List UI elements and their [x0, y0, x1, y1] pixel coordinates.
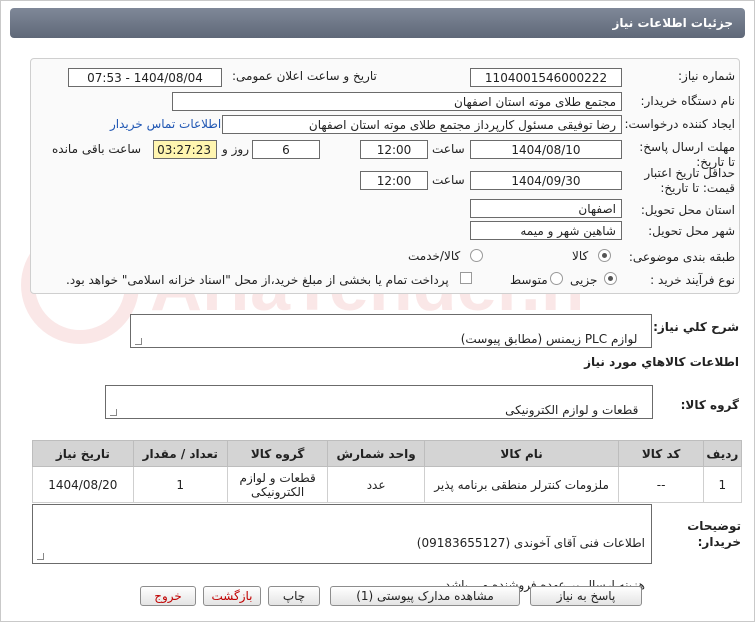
buyer-notes-line-1: اطلاعات فنی آقای آخوندی (09183655127): [416, 536, 645, 550]
cell-item-code: --: [618, 466, 704, 503]
goods-group-field: قطعات و لوازم الکترونیکی: [105, 385, 653, 419]
process-medium-label: متوسط: [510, 273, 548, 287]
days-label: روز و: [222, 142, 249, 156]
process-medium-radio[interactable]: [550, 272, 563, 285]
col-item-code: کد کالا: [618, 440, 704, 467]
need-number-label: شماره نیاز:: [678, 69, 735, 83]
city-label: شهر محل تحویل:: [648, 224, 735, 238]
page-title: جزئیات اطلاعات نیاز: [612, 16, 733, 30]
goods-table: ردیف کد کالا نام کالا واحد شمارش گروه کا…: [32, 440, 743, 503]
cell-need-date: 1404/08/20: [32, 466, 134, 503]
payment-note: پرداخت تمام یا بخشی از مبلغ خرید،از محل …: [66, 273, 449, 287]
goods-group-text: قطعات و لوازم الکترونیکی: [505, 403, 639, 417]
reply-date-field: 1404/08/10: [470, 140, 622, 159]
remaining-time-field: 03:27:23: [153, 140, 217, 159]
category-label: طبقه بندی موضوعی:: [628, 250, 735, 264]
treasury-bonds-checkbox[interactable]: [460, 272, 472, 284]
cell-row-number: 1: [702, 466, 743, 503]
cell-group: قطعات و لوازم الکترونیکی: [226, 466, 329, 503]
category-goods-radio[interactable]: [598, 249, 611, 262]
summary-text: لوازم PLC زیمنس (مطابق پیوست): [460, 332, 638, 346]
col-group: گروه کالا: [226, 440, 329, 467]
category-goods-service-radio[interactable]: [470, 249, 483, 262]
summary-label: شرح کلي نياز:: [653, 320, 739, 334]
validity-time-field: 12:00: [360, 171, 428, 190]
reply-button[interactable]: پاسخ به نیاز: [530, 586, 642, 606]
exit-button[interactable]: خروج: [140, 586, 196, 606]
category-goods-label: کالا: [572, 249, 589, 263]
buyer-notes-label: توضیحات خریدار:: [687, 519, 741, 549]
cell-quantity: 1: [132, 466, 228, 503]
table-row: 1 -- ملزومات کنترلر منطقی برنامه پذیر عد…: [32, 466, 743, 503]
announce-label: تاریخ و ساعت اعلان عمومی:: [232, 69, 377, 83]
category-goods-service-label: کالا/خدمت: [408, 249, 461, 263]
col-row-number: ردیف: [702, 440, 743, 467]
view-attachments-button[interactable]: مشاهده مدارک پیوستی (1): [330, 586, 520, 606]
validity-time-label: ساعت: [432, 173, 465, 187]
col-unit: واحد شمارش: [327, 440, 425, 467]
contact-info-link[interactable]: اطلاعات تماس خریدار: [110, 117, 221, 131]
creator-label: ایجاد کننده درخواست:: [624, 117, 735, 131]
buyer-org-label: نام دستگاه خریدار:: [640, 94, 736, 108]
reply-time-label: ساعت: [432, 142, 465, 156]
announce-field: 1404/08/04 - 07:53: [68, 68, 222, 87]
resize-handle[interactable]: [135, 338, 142, 345]
resize-handle[interactable]: [110, 409, 117, 416]
city-field: شاهین شهر و میمه: [470, 221, 622, 240]
table-header-row: ردیف کد کالا نام کالا واحد شمارش گروه کا…: [32, 440, 743, 467]
creator-field: رضا توفیقی مسئول کارپرداز مجتمع طلای موت…: [222, 115, 622, 134]
days-field: 6: [252, 140, 320, 159]
back-button[interactable]: بازگشت: [203, 586, 261, 606]
summary-field: لوازم PLC زیمنس (مطابق پیوست): [130, 314, 652, 348]
process-partial-label: جزیی: [570, 273, 598, 287]
col-quantity: تعداد / مقدار: [132, 440, 228, 467]
page-header: جزئیات اطلاعات نیاز: [10, 8, 745, 38]
print-button[interactable]: چاپ: [268, 586, 320, 606]
buyer-org-field: مجتمع طلای موته استان اصفهان: [172, 92, 622, 111]
buyer-notes-field: اطلاعات فنی آقای آخوندی (09183655127) هز…: [32, 504, 652, 592]
province-label: استان محل تحویل:: [640, 203, 735, 217]
goods-group-label: گروه کالا:: [680, 398, 739, 412]
goods-info-title: اطلاعات کالاهاي مورد نياز: [584, 355, 739, 369]
process-label: نوع فرآیند خرید :: [650, 273, 735, 287]
col-need-date: تاریخ نیاز: [32, 440, 134, 467]
resize-handle[interactable]: [37, 553, 44, 560]
validity-date-field: 1404/09/30: [470, 171, 622, 190]
cell-unit: عدد: [327, 466, 425, 503]
need-number-field: 1104001546000222: [470, 68, 622, 87]
province-field: اصفهان: [470, 199, 622, 218]
col-item-name: نام کالا: [423, 440, 620, 467]
remaining-label: ساعت باقی مانده: [52, 142, 142, 156]
validity-label: حداقل تاریخ اعتبار قیمت: تا تاریخ:: [644, 166, 735, 195]
cell-item-name: ملزومات کنترلر منطقی برنامه پذیر: [423, 466, 620, 503]
process-partial-radio[interactable]: [604, 272, 617, 285]
reply-time-field: 12:00: [360, 140, 428, 159]
